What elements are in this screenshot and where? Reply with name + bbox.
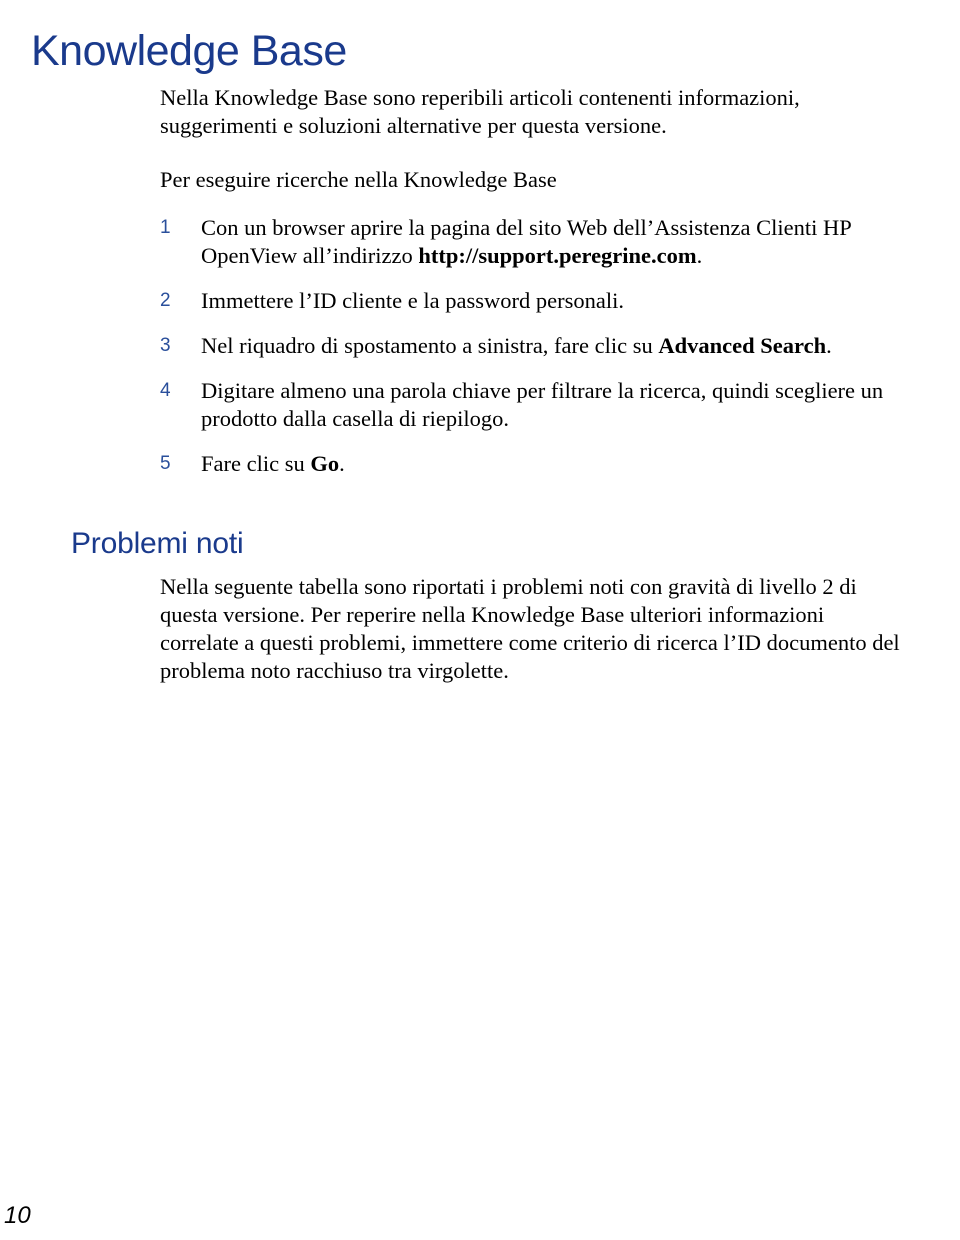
- search-instructions-lead: Per eseguire ricerche nella Knowledge Ba…: [160, 167, 557, 192]
- step-text-before: Digitare almeno una parola chiave per fi…: [201, 378, 884, 431]
- list-item: 3 Nel riquadro di spostamento a sinistra…: [160, 332, 885, 360]
- known-issues-section: Nella seguente tabella sono riportati i …: [160, 573, 900, 685]
- search-steps-list: 1 Con un browser aprire la pagina del si…: [160, 214, 885, 478]
- step-number: 5: [160, 453, 171, 474]
- step-number: 3: [160, 335, 171, 356]
- step-text-after: .: [826, 333, 832, 358]
- step-number: 2: [160, 290, 171, 311]
- step-text-after: .: [696, 243, 703, 268]
- known-issues-paragraph: Nella seguente tabella sono riportati i …: [160, 574, 900, 683]
- step-text-after: .: [339, 451, 345, 476]
- section-heading-known-issues: Problemi noti: [71, 526, 244, 560]
- step-text-bold: Advanced Search: [658, 333, 827, 358]
- list-item: 4 Digitare almeno una parola chiave per …: [160, 377, 885, 433]
- list-item: 1 Con un browser aprire la pagina del si…: [160, 214, 885, 270]
- step-text: Nel riquadro di spostamento a sinistra, …: [201, 332, 885, 360]
- list-item: 2 Immettere l’ID cliente e la password p…: [160, 287, 885, 315]
- step-text: Con un browser aprire la pagina del sito…: [201, 214, 885, 270]
- step-text: Immettere l’ID cliente e la password per…: [201, 287, 885, 315]
- step-text-bold: http://support.peregrine.com: [418, 243, 697, 268]
- knowledge-base-section: Nella Knowledge Base sono reperibili art…: [160, 84, 885, 478]
- step-number: 1: [160, 217, 171, 238]
- page-number: 10: [4, 1202, 31, 1229]
- step-text-before: Nel riquadro di spostamento a sinistra, …: [201, 333, 659, 358]
- step-text-bold: Go: [310, 451, 340, 476]
- list-item: 5 Fare clic su Go.: [160, 450, 885, 478]
- step-text: Fare clic su Go.: [201, 450, 885, 478]
- step-text-before: Immettere l’ID cliente e la password per…: [201, 288, 624, 313]
- step-text-before: Fare clic su: [201, 451, 311, 476]
- step-text: Digitare almeno una parola chiave per fi…: [201, 377, 885, 433]
- intro-paragraph: Nella Knowledge Base sono reperibili art…: [160, 85, 800, 138]
- step-number: 4: [160, 380, 171, 401]
- page-title: Knowledge Base: [31, 26, 347, 75]
- document-page: { "page": { "title": "Knowledge Base", "…: [0, 0, 960, 1240]
